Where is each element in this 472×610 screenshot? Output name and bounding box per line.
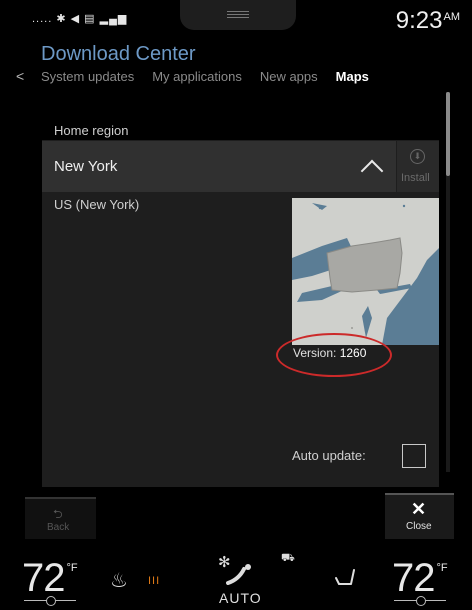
signal-icon: ▂▄▆ [99, 13, 128, 25]
driver-temp-value: 72 [22, 556, 65, 600]
driver-temperature[interactable]: 72 °F [22, 556, 78, 601]
install-button[interactable]: ⬇ Install [397, 141, 439, 192]
install-label: Install [401, 172, 430, 184]
tab-new-apps[interactable]: New apps [260, 69, 318, 84]
tab-my-applications[interactable]: My applications [152, 69, 242, 84]
screen: ..... ✱ ◀ ▤ ▂▄▆ 9:23AM Download Center <… [0, 0, 472, 610]
handle-line [227, 11, 249, 12]
back-button[interactable]: ⮌ Back [25, 497, 96, 539]
region-name: New York [54, 158, 118, 175]
close-icon: ✕ [411, 499, 427, 519]
region-detail: US (New York) [54, 197, 140, 212]
download-icon: ⬇ [410, 149, 425, 164]
seat-icon[interactable] [333, 566, 357, 588]
airflow-icon[interactable] [226, 563, 254, 585]
home-region-label: Home region [54, 123, 129, 138]
handle-line [227, 14, 249, 15]
phone-icon: ▤ [84, 13, 96, 25]
driver-temp-unit: °F [66, 562, 78, 574]
status-dots: ..... [32, 13, 53, 25]
clock-ampm: AM [443, 11, 461, 23]
clock-time: 9:23 [395, 7, 443, 34]
status-bar: ..... ✱ ◀ ▤ ▂▄▆ 9:23AM [0, 0, 472, 40]
map-graphic [292, 198, 439, 345]
version-highlight-annotation [276, 333, 392, 377]
top-pull-down-handle[interactable] [180, 0, 296, 30]
location-arrow-icon: ◀ [70, 13, 81, 25]
tab-system-updates[interactable]: System updates [41, 69, 134, 84]
passenger-temp-value: 72 [392, 556, 435, 600]
seat-heat-icon[interactable]: ♨ [110, 568, 128, 593]
auto-update-label: Auto update: [292, 448, 366, 463]
close-button[interactable]: ✕ Close [385, 493, 454, 539]
back-label: Back [47, 522, 70, 533]
chevron-up-icon [360, 159, 384, 183]
seat-heat-level: III [148, 575, 161, 587]
handle-line [227, 17, 249, 18]
chevron-left-icon[interactable]: < [16, 68, 24, 84]
page-title: Download Center [41, 43, 196, 65]
car-recirculation-icon[interactable]: ⛟ [281, 552, 295, 566]
auto-update-checkbox[interactable] [402, 444, 426, 468]
status-icons: ..... ✱ ◀ ▤ ▂▄▆ [32, 12, 127, 25]
region-selector[interactable]: New York [42, 141, 396, 192]
close-label: Close [406, 521, 432, 532]
region-map-image [292, 198, 439, 345]
passenger-temp-unit: °F [436, 562, 448, 574]
tab-bar: System updates My applications New apps … [41, 69, 387, 84]
driver-temp-knob[interactable] [46, 596, 56, 606]
passenger-temp-knob[interactable] [416, 596, 426, 606]
clock: 9:23AM [396, 7, 460, 35]
passenger-temperature[interactable]: 72 °F [392, 556, 448, 601]
scrollbar-thumb[interactable] [446, 92, 450, 176]
climate-auto-label[interactable]: AUTO [219, 590, 262, 606]
bluetooth-icon: ✱ [56, 13, 67, 25]
tab-maps[interactable]: Maps [336, 69, 369, 84]
